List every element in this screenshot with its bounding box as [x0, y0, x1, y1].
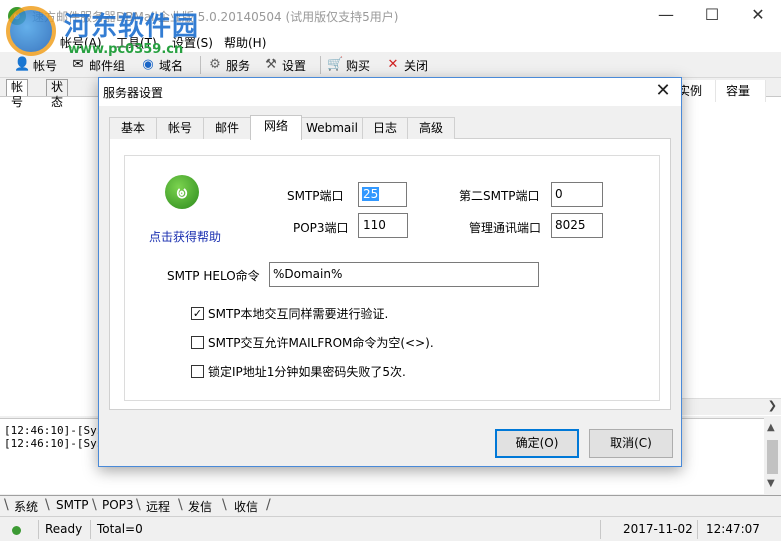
cart-icon: 🛒 [327, 57, 344, 72]
checkbox-checked-icon: ✓ [191, 307, 204, 320]
help-link[interactable]: 点击获得帮助 [149, 228, 221, 245]
smtp-local-auth-checkbox[interactable]: ✓ SMTP本地交互同样需要进行验证. [191, 305, 388, 322]
scroll-thumb[interactable] [767, 440, 778, 474]
toolbar-service-button[interactable]: ⚙ 服务 [207, 55, 250, 75]
pop3-port-label: POP3端口 [293, 221, 349, 235]
lock-ip-checkbox[interactable]: 锁定IP地址1分钟如果密码失败了5次. [191, 363, 406, 380]
tab-remote[interactable]: 远程 [146, 498, 170, 515]
window-title: 速方邮件服务器DBMail企业版 5.0.20140504 (试用版仅支持5用户… [32, 10, 399, 24]
close-window-button[interactable]: ✕ [735, 0, 781, 32]
tab-status[interactable]: 状态 [46, 79, 69, 109]
toolbar-separator [200, 56, 201, 74]
toolbar-separator [320, 56, 321, 74]
dialog-titlebar: 服务器设置 ✕ [99, 78, 681, 106]
second-smtp-port-input[interactable]: 0 [551, 182, 603, 207]
window-titlebar: ၑ 速方邮件服务器DBMail企业版 5.0.20140504 (试用版仅支持5… [0, 0, 781, 32]
status-total: Total=0 [90, 520, 600, 539]
admin-port-input[interactable]: 8025 [551, 213, 603, 238]
toolbar: 👤 帐号 ✉ 邮件组 ◉ 域名 ⚙ 服务 ⚒ 设置 🛒 购买 ✕ 关闭 [0, 52, 781, 78]
menu-tools[interactable]: 工具(T) [116, 34, 157, 51]
checkbox-unchecked-icon [191, 365, 204, 378]
cancel-button[interactable]: 取消(C) [589, 429, 673, 458]
app-logo-icon: ၑ [8, 7, 26, 25]
tab-log[interactable]: 日志 [362, 117, 408, 139]
menu-settings[interactable]: 设置(S) [172, 34, 213, 51]
tab-advanced[interactable]: 高级 [407, 117, 455, 139]
tools-icon: ⚒ [265, 57, 277, 72]
toolbar-close-button[interactable]: ✕ 关闭 [385, 55, 428, 75]
status-time: 12:47:07 [697, 520, 767, 539]
menu-bar: 帐号(A) 工具(T) 设置(S) 帮助(H) [0, 32, 781, 52]
dialog-title: 服务器设置 [103, 86, 164, 100]
status-state: Ready [38, 520, 90, 539]
scroll-up-icon[interactable]: ▲ [767, 422, 775, 433]
toolbar-settings-button[interactable]: ⚒ 设置 [263, 55, 306, 75]
smtp-port-label: SMTP端口 [287, 189, 344, 203]
maximize-button[interactable]: ☐ [689, 0, 735, 32]
tab-network[interactable]: 网络 [250, 115, 302, 140]
tab-dialog-account[interactable]: 帐号 [156, 117, 204, 139]
smtp-port-input[interactable]: 25 [358, 182, 407, 207]
minimize-button[interactable]: — [643, 0, 689, 32]
log-vertical-scrollbar[interactable]: ▲ ▼ [764, 418, 781, 494]
menu-account[interactable]: 帐号(A) [60, 34, 102, 51]
status-led-icon [12, 526, 21, 535]
toolbar-account-button[interactable]: 👤 帐号 [14, 55, 57, 75]
dialog-close-icon[interactable]: ✕ [651, 80, 675, 104]
mail-icon: ✉ [72, 57, 84, 72]
tab-webmail[interactable]: Webmail [301, 117, 363, 139]
admin-port-label: 管理通讯端口 [469, 221, 542, 235]
scroll-right-icon[interactable]: ❯ [768, 399, 777, 412]
smtp-helo-label: SMTP HELO命令 [167, 269, 260, 283]
tab-pop3[interactable]: POP3 [102, 498, 134, 512]
status-date: 2017-11-02 [600, 520, 697, 539]
tab-system[interactable]: 系统 [14, 498, 38, 515]
tab-send[interactable]: 发信 [188, 498, 212, 515]
tab-mail[interactable]: 邮件 [203, 117, 251, 139]
smtp-empty-mailfrom-checkbox[interactable]: SMTP交互允许MAILFROM命令为空(<>). [191, 334, 434, 351]
checkbox-unchecked-icon [191, 336, 204, 349]
user-icon: 👤 [14, 57, 31, 72]
server-settings-dialog: 服务器设置 ✕ 基本 帐号 邮件 网络 Webmail 日志 高级 ၑ 点击获得… [98, 77, 682, 467]
globe-icon: ◉ [142, 57, 154, 72]
status-bar: Ready Total=0 2017-11-02 12:47:07 [0, 516, 781, 541]
dbmail-logo-icon: ၑ [165, 175, 199, 209]
menu-help[interactable]: 帮助(H) [224, 34, 266, 51]
toolbar-buy-button[interactable]: 🛒 购买 [327, 55, 370, 75]
close-icon: ✕ [387, 57, 399, 72]
tab-smtp[interactable]: SMTP [56, 498, 89, 512]
scroll-down-icon[interactable]: ▼ [767, 478, 775, 489]
column-header-capacity[interactable]: 容量 [716, 80, 766, 102]
toolbar-domain-button[interactable]: ◉ 域名 [140, 55, 183, 75]
toolbar-mailgroup-button[interactable]: ✉ 邮件组 [70, 55, 125, 75]
ok-button[interactable]: 确定(O) [495, 429, 579, 458]
pop3-port-input[interactable]: 110 [358, 213, 408, 238]
log-tabs: \ 系统 \ SMTP \ POP3 \ 远程 \ 发信 \ 收信 / [0, 495, 781, 515]
second-smtp-port-label: 第二SMTP端口 [459, 189, 540, 203]
tab-receive[interactable]: 收信 [234, 498, 258, 515]
smtp-helo-input[interactable]: %Domain% [269, 262, 539, 287]
gear-icon: ⚙ [209, 57, 221, 72]
tab-basic[interactable]: 基本 [109, 117, 157, 139]
tab-account[interactable]: 帐号 [6, 79, 29, 109]
horizontal-scrollbar[interactable]: ❯ [682, 398, 781, 415]
